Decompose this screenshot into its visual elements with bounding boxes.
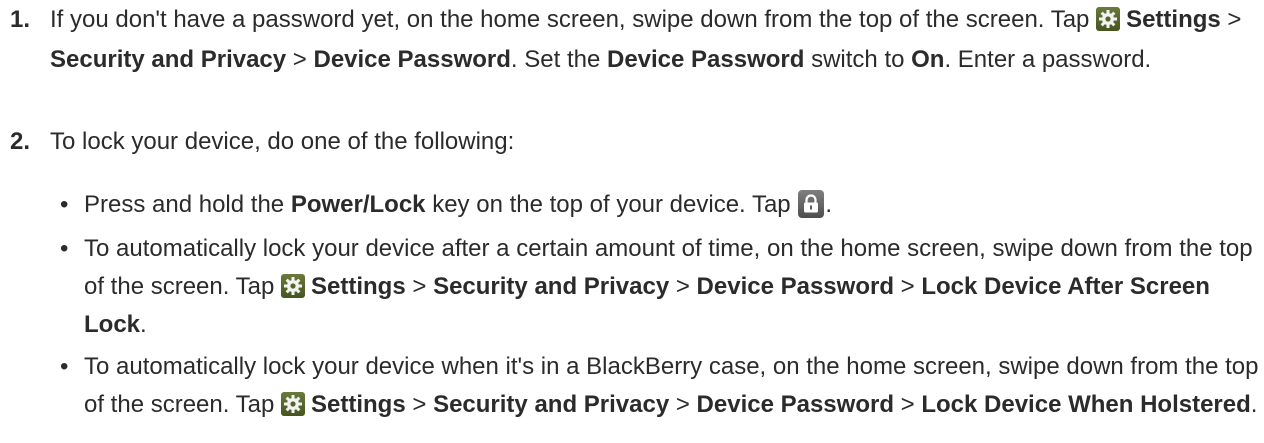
text-run: > [669,273,697,300]
bold-term: Settings [1126,6,1221,33]
settings-icon [281,274,306,298]
bold-term: Device Password [606,46,805,73]
bullet-marker: • [60,191,69,218]
text-run: . Set the [510,46,607,73]
text-run: . Enter a password. [944,46,1152,73]
step-text: If you don't have a password yet, on the… [50,0,1250,80]
text-run: > [405,391,434,418]
bold-term: Device Password [696,273,894,300]
text-run: > [405,273,434,300]
bold-term: Device Password [313,46,511,73]
text-run: > [286,46,314,73]
text-run: To lock your device, do one of the follo… [50,128,515,155]
settings-icon [281,392,306,416]
settings-icon [1096,7,1121,31]
text-run: . [825,191,832,218]
bullet-marker: • [60,353,69,380]
text-run: > [1220,6,1242,33]
text-run: . [140,311,147,338]
bold-term: Settings [311,391,406,418]
bullet-text: To automatically lock your device after … [84,230,1259,344]
lock-icon [798,190,825,218]
bold-term: Security and Privacy [50,46,287,73]
text-run: > [893,391,922,418]
bullet-text: To automatically lock your device when i… [84,348,1259,424]
step-number: 1. [10,6,31,33]
bold-term: Lock Device When Holstered [921,391,1251,418]
step-text: To lock your device, do one of the follo… [50,122,1250,162]
bold-term: On [911,46,945,73]
bold-term: Power/Lock [290,191,426,218]
bold-term: Security and Privacy [433,273,670,300]
text-run: If you don't have a password yet, on the… [50,6,1097,33]
bold-term: Device Password [696,391,894,418]
text-run: switch to [804,46,912,73]
text-run: Press and hold the [84,191,291,218]
bullet-marker: • [60,235,69,262]
text-run: . [1250,391,1258,418]
bold-term: Security and Privacy [433,391,670,418]
step-number: 2. [10,128,31,155]
text-run: > [893,273,922,300]
text-run: key on the top of your device. Tap [425,191,798,218]
bold-term: Settings [311,273,406,300]
text-run: > [669,391,697,418]
bullet-text: Press and hold the Power/Lock key on the… [84,186,1259,224]
